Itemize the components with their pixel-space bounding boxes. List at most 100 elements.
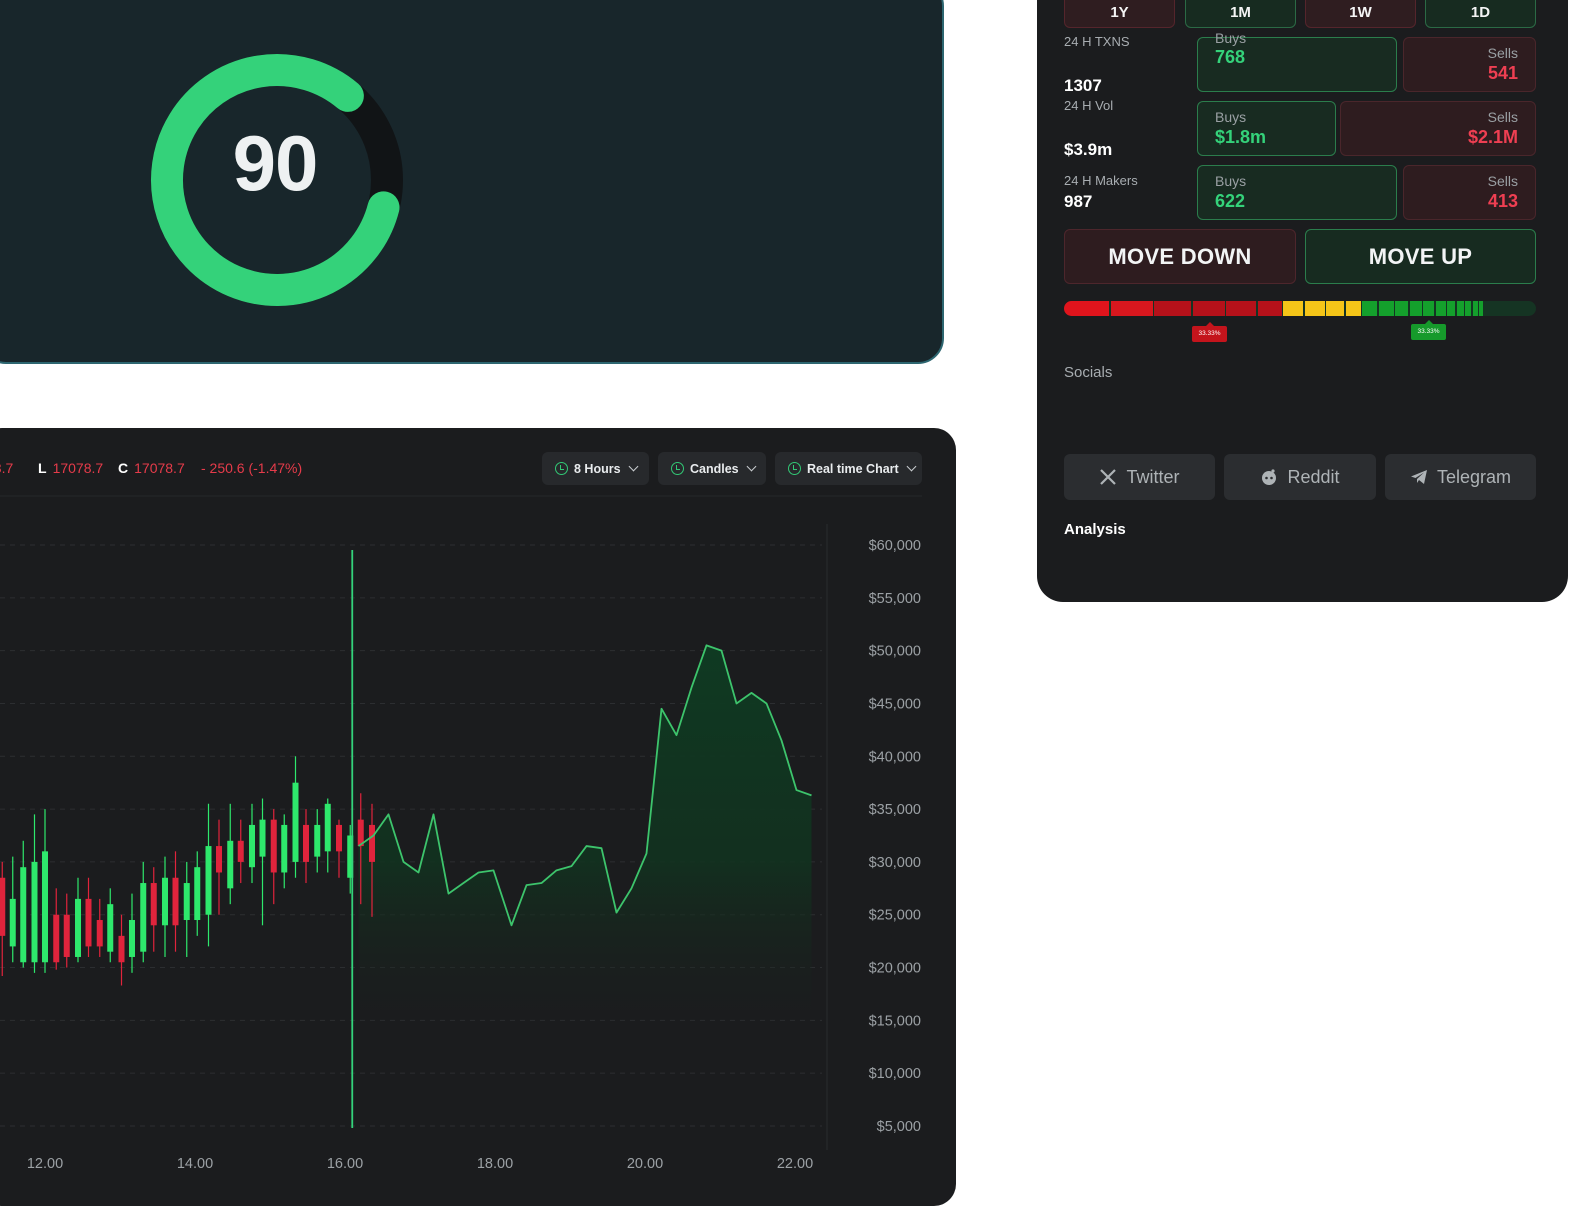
meter-segment (1423, 301, 1434, 316)
candle-body (129, 920, 135, 957)
candle-body (85, 898, 92, 947)
candle-up (129, 893, 135, 973)
candle-up (194, 851, 201, 936)
timeframe-1y[interactable]: 1Y (1064, 0, 1175, 28)
sells-label: Sells (1487, 109, 1518, 125)
y-tick-label: $10,000 (869, 1066, 921, 1082)
candle-up (31, 814, 38, 973)
candle-body (324, 803, 331, 852)
makers-buys-value: 622 (1215, 191, 1246, 211)
candle-up (249, 803, 255, 884)
move-up-button[interactable]: MOVE UP (1305, 229, 1536, 284)
telegram-icon (1410, 470, 1427, 484)
x-tick-label: 12.00 (27, 1156, 63, 1172)
y-tick-label: $25,000 (869, 908, 921, 924)
candle-body (53, 914, 60, 963)
candle-body (336, 824, 342, 852)
timeframe-1m[interactable]: 1M (1185, 0, 1296, 28)
x-tick-label: 18.00 (477, 1156, 513, 1172)
meter-segment (1110, 301, 1153, 316)
buys-label: Buys (1215, 173, 1247, 189)
meter-segment (1447, 301, 1455, 316)
makers-sells-value: 413 (1487, 191, 1518, 211)
meter-segment (1154, 301, 1191, 316)
txns-value: 1307 (1064, 76, 1102, 95)
candle-body (194, 867, 201, 921)
twitter-button[interactable]: Twitter (1064, 454, 1215, 500)
candle-body (205, 846, 212, 915)
candle-down (172, 851, 179, 952)
candle-body (96, 920, 103, 947)
meter-segment (1257, 301, 1282, 316)
candle-up (281, 814, 288, 889)
vol-buys-value: $1.8m (1215, 127, 1267, 147)
y-tick-label: $40,000 (869, 749, 921, 765)
analysis-title: Analysis (1064, 521, 1126, 538)
meter-segment (1064, 301, 1109, 316)
candle-down (303, 809, 309, 884)
candle-body (259, 819, 266, 857)
y-tick-label: $30,000 (869, 855, 921, 871)
candle-body (0, 877, 6, 936)
candle-body (369, 824, 375, 862)
candle-down (0, 861, 6, 976)
candle-up (75, 877, 81, 963)
makers-sells-box: Sells 413 (1403, 165, 1536, 220)
candle-body (249, 824, 255, 868)
vol-sells-value: $2.1M (1467, 127, 1518, 147)
candle-body (20, 867, 27, 963)
price-chart[interactable]: $60,000 $55,000 $50,000 $45,000 $40,000 $35,0… (0, 0, 960, 1208)
candle-body (162, 877, 168, 926)
timeframe-1w[interactable]: 1W (1305, 0, 1416, 28)
meter-segment (1472, 301, 1478, 316)
candle-body (140, 883, 147, 952)
candle-down (85, 877, 92, 957)
candle-down (118, 914, 125, 986)
candle-down (270, 809, 277, 905)
candle-body (292, 782, 299, 862)
reddit-button[interactable]: Reddit (1224, 454, 1376, 500)
candle-body (314, 824, 321, 857)
candle-up (9, 856, 16, 963)
meter-segment (1362, 301, 1377, 316)
txns-label: 24 H TXNS (1064, 34, 1130, 49)
meter-segment (1435, 301, 1446, 316)
y-tick-label: $5,000 (877, 1119, 921, 1135)
y-tick-label: $45,000 (869, 696, 921, 712)
vol-buys-box: Buys $1.8m (1197, 101, 1336, 156)
candle-body (172, 877, 179, 926)
socials-title: Socials (1064, 364, 1113, 381)
candle-up (162, 856, 168, 957)
candle-down (216, 819, 222, 915)
reddit-icon (1262, 469, 1277, 485)
meter-segment (1395, 301, 1408, 316)
timeframe-1d[interactable]: 1D (1425, 0, 1536, 28)
candle-up (42, 809, 48, 973)
candle-body (270, 819, 277, 873)
x-tick-label: 16.00 (327, 1156, 363, 1172)
meter-segment (1479, 301, 1483, 316)
txns-sells-box: Sells 541 (1403, 37, 1536, 92)
meter-segment (1326, 301, 1344, 316)
candle-up (227, 803, 234, 905)
candle-down (96, 898, 103, 957)
meter-segment (1345, 301, 1361, 316)
candle-up (292, 756, 299, 878)
txns-buys-value: 768 (1215, 47, 1246, 67)
candle-body (150, 883, 157, 926)
candle-down (237, 819, 244, 884)
y-tick-label: $50,000 (869, 644, 921, 660)
y-tick-label: $15,000 (869, 1013, 921, 1029)
candle-up (324, 798, 331, 873)
y-tick-label: $35,000 (869, 802, 921, 818)
buys-label: Buys (1215, 30, 1247, 46)
candle-body (42, 851, 48, 963)
y-tick-label: $20,000 (869, 961, 921, 977)
sentiment-meter (1064, 301, 1536, 316)
y-tick-label: $60,000 (869, 538, 921, 554)
sentiment-tag-right: 33.33% (1411, 320, 1446, 340)
telegram-button[interactable]: Telegram (1385, 454, 1536, 500)
x-icon (1100, 469, 1117, 485)
move-down-button[interactable]: MOVE DOWN (1064, 229, 1296, 284)
candle-up (140, 861, 147, 963)
